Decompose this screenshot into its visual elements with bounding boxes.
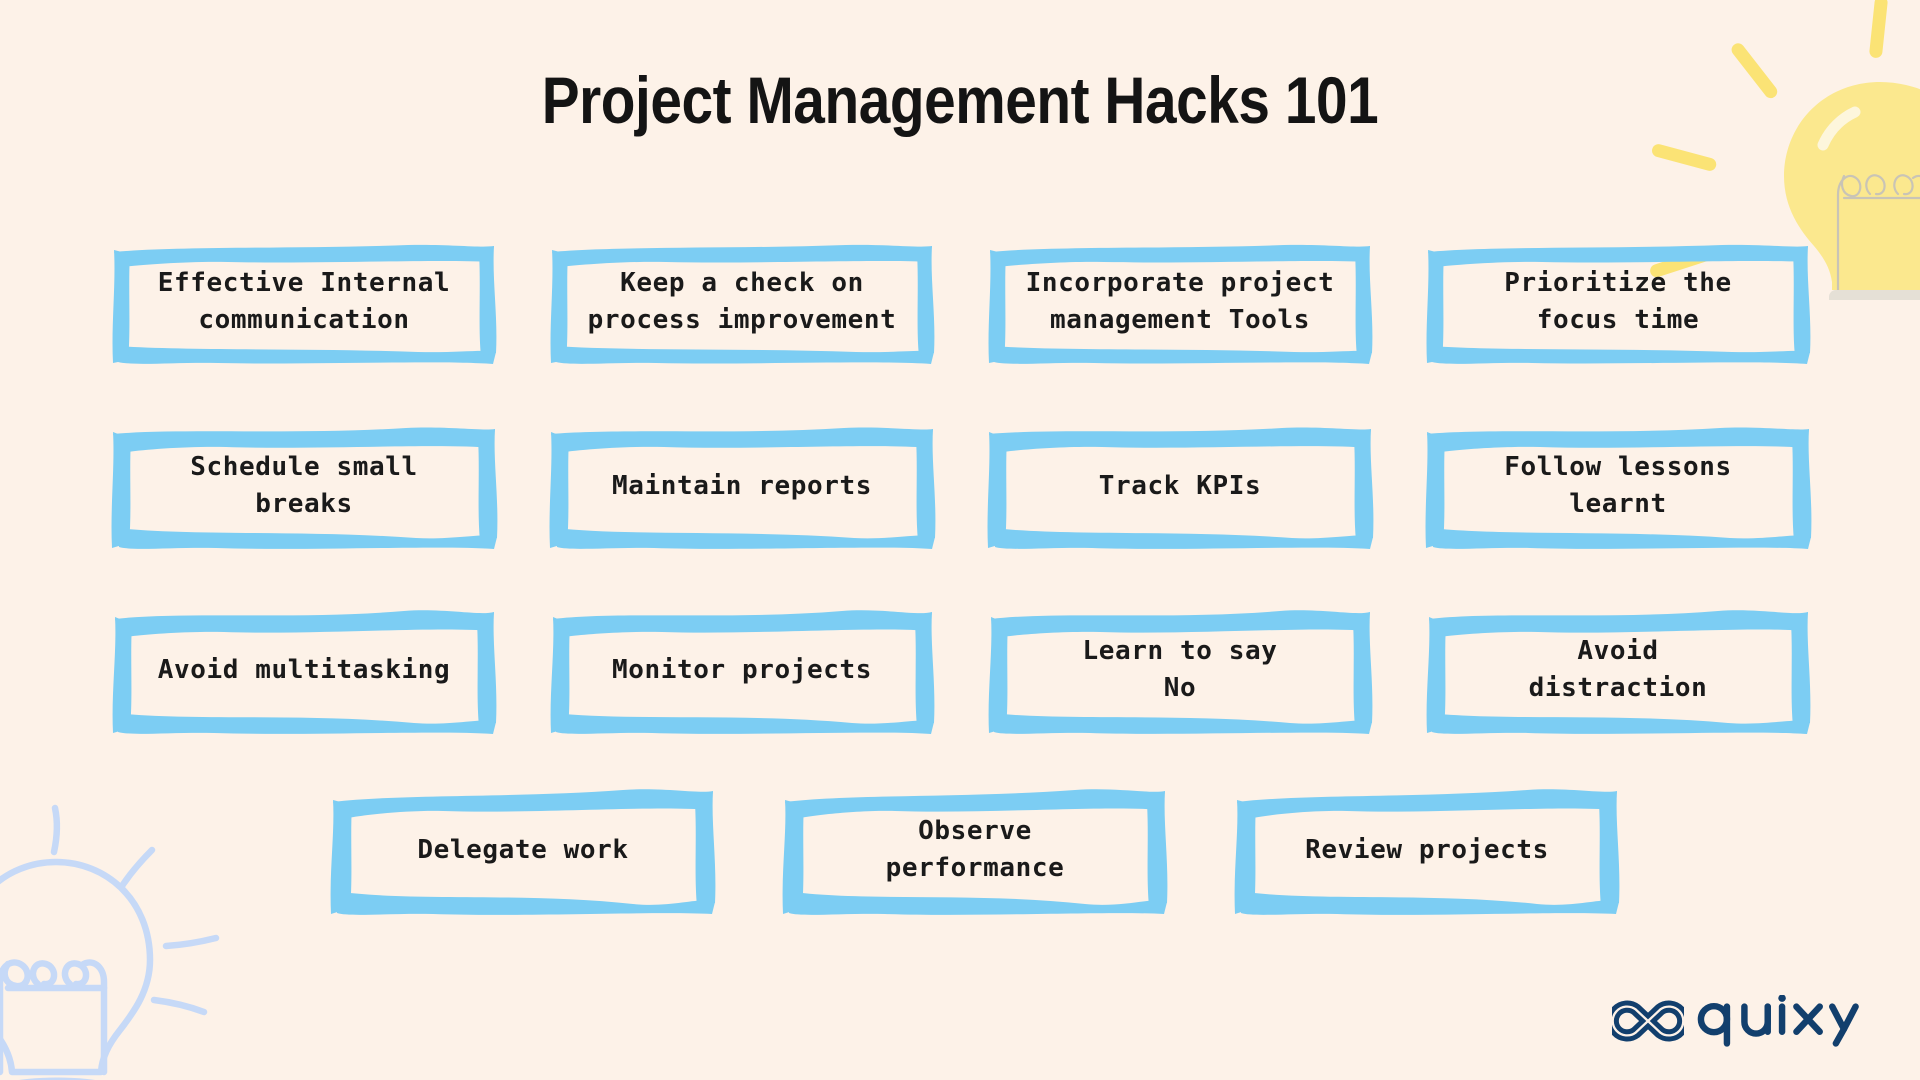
hack-card[interactable]: Maintain reports [546,420,938,552]
quixy-wordmark-icon [1697,995,1860,1047]
hack-card[interactable]: Track KPIs [984,420,1376,552]
hacks-row: Schedule small breaks Maintain reports T… [108,420,1812,552]
quixy-infinity-mark-icon [1612,1000,1685,1042]
hacks-row: Effective Internal communication Keep a … [108,236,1812,368]
hack-card-label: Track KPIs [1098,470,1262,501]
hack-card-label: Observe performance [885,816,1065,883]
hack-card-label: Follow lessons learnt [1504,452,1732,519]
infographic-canvas: Project Management Hacks 101 Effective I… [0,0,1920,1080]
hack-card-label: Review projects [1305,834,1549,865]
hack-card[interactable]: Prioritize the focus time [1422,236,1814,368]
hack-card-label: Schedule small breaks [190,452,418,519]
page-title: Project Management Hacks 101 [541,63,1379,137]
hack-card[interactable]: Keep a check on process improvement [546,236,938,368]
hack-card-label: Keep a check on process improvement [587,268,897,335]
hack-card-label: Maintain reports [611,470,873,501]
hack-card-label: Avoid multitasking [157,654,451,685]
hack-card[interactable]: Observe performance [779,784,1171,916]
hack-card[interactable]: Monitor projects [546,604,938,736]
hack-card-label: Delegate work [417,834,629,865]
hack-card[interactable]: Delegate work [327,784,719,916]
hacks-row: Delegate work Observe performance Review… [108,784,1812,916]
brand-logo[interactable] [1612,994,1872,1048]
hack-card[interactable]: Follow lessons learnt [1422,420,1814,552]
hack-card[interactable]: Incorporate project management Tools [984,236,1376,368]
hack-card-label: Effective Internal communication [157,268,451,335]
hack-card-label: Learn to say No [1082,636,1278,703]
hack-card-label: Prioritize the focus time [1504,268,1732,335]
hack-card[interactable]: Effective Internal communication [108,236,500,368]
hack-card-label: Incorporate project management Tools [1025,268,1335,335]
hack-card[interactable]: Learn to say No [984,604,1376,736]
hacks-row: Avoid multitasking Monitor projects Lear… [108,604,1812,736]
hack-card[interactable]: Avoid multitasking [108,604,500,736]
hack-card-label: Avoid distraction [1528,636,1708,703]
hack-card[interactable]: Review projects [1231,784,1623,916]
hacks-grid: Effective Internal communication Keep a … [108,236,1812,916]
hack-card[interactable]: Avoid distraction [1422,604,1814,736]
hack-card[interactable]: Schedule small breaks [108,420,500,552]
hack-card-label: Monitor projects [611,654,873,685]
